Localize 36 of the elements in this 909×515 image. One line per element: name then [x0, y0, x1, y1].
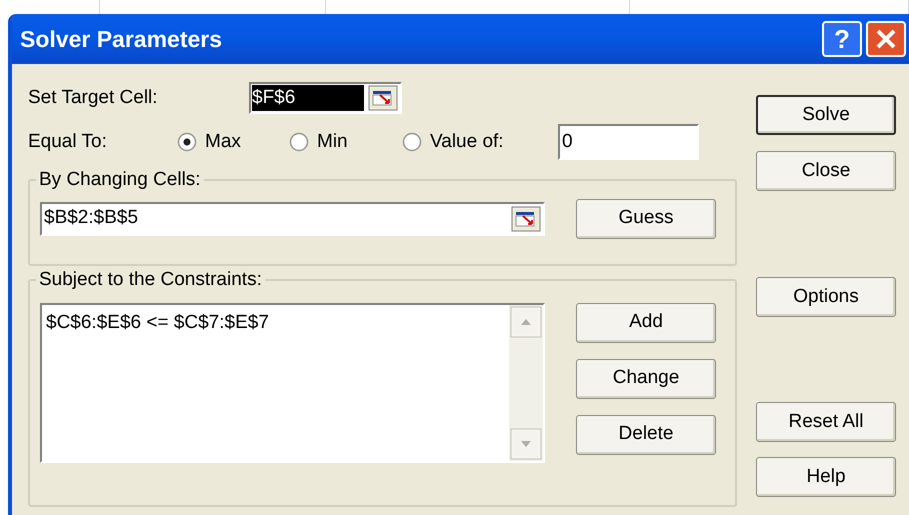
dialog-button[interactable]: Reset All [756, 402, 896, 442]
range-picker-icon[interactable] [368, 85, 398, 111]
group-label: Subject to the Constraints: [38, 268, 263, 292]
field-value: 0 [562, 130, 573, 154]
field-label: Set Target Cell: [28, 86, 159, 110]
dialog-button[interactable]: Change [576, 358, 716, 398]
close-button[interactable] [866, 21, 906, 57]
field-value: $B$2:$B$5 [44, 206, 138, 230]
dialog-button[interactable]: Options [756, 277, 896, 317]
range-picker-icon[interactable] [511, 206, 541, 232]
scrollbar[interactable] [509, 304, 543, 460]
radio-button[interactable] [289, 132, 309, 152]
radio-label[interactable]: Min [317, 128, 348, 156]
scroll-down-icon[interactable] [509, 426, 543, 460]
dialog-button[interactable]: Solve [756, 95, 896, 135]
close-icon [875, 28, 897, 50]
guess-button[interactable]: Guess [576, 198, 716, 238]
target-cell-field[interactable]: $F$6 [249, 82, 402, 114]
dialog-button[interactable]: Add [576, 302, 716, 342]
radio-label[interactable]: Value of: [430, 128, 504, 156]
value-field[interactable]: 0 [558, 124, 699, 160]
radio-button[interactable] [177, 132, 197, 152]
help-button[interactable]: ? [822, 21, 862, 57]
changing-cells-field[interactable]: $B$2:$B$5 [40, 202, 545, 236]
radio-label[interactable]: Max [205, 128, 241, 156]
constraints-list[interactable]: $C$6:$E$6 <= $C$7:$E$7 [40, 302, 545, 462]
dialog-button[interactable]: Delete [576, 414, 716, 454]
window-title: Solver Parameters [20, 24, 224, 54]
radio-button[interactable] [402, 132, 422, 152]
scroll-up-icon[interactable] [509, 304, 543, 338]
dialog-button[interactable]: Help [756, 457, 896, 497]
dialog-button[interactable]: Close [756, 151, 896, 191]
group-label: By Changing Cells: [38, 168, 202, 192]
field-value: $F$6 [252, 85, 364, 111]
field-label: Equal To: [28, 130, 108, 154]
constraint-item[interactable]: $C$6:$E$6 <= $C$7:$E$7 [46, 308, 509, 337]
